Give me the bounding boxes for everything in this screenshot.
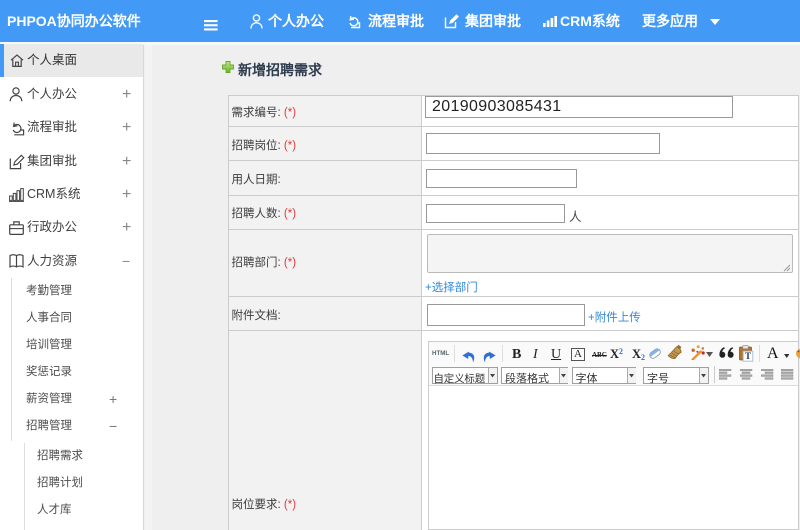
svg-text:T: T xyxy=(745,351,751,361)
